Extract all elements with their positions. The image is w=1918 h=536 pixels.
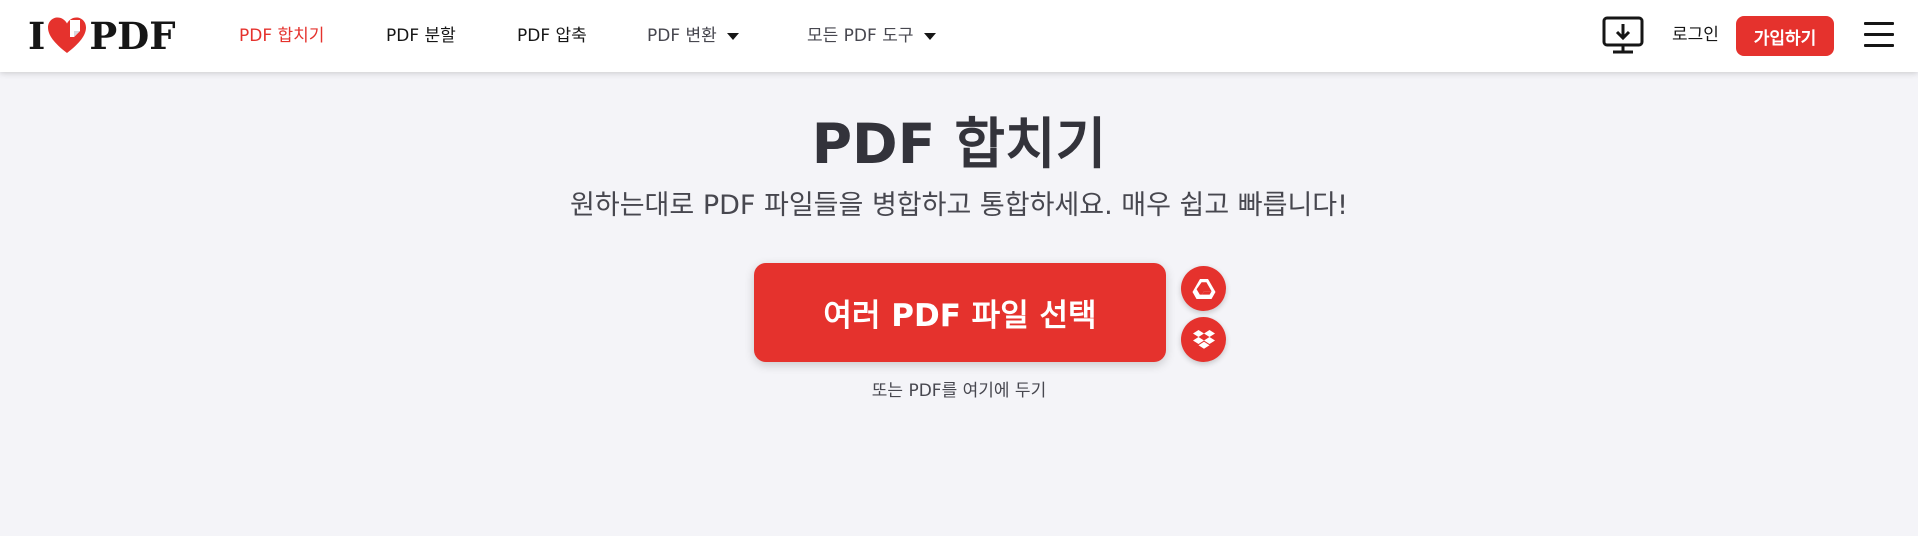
heart-logo-icon (48, 17, 87, 53)
nav-merge-pdf[interactable]: PDF 합치기 (239, 24, 324, 48)
signup-button[interactable]: 가입하기 (1736, 16, 1834, 56)
select-pdf-files-button[interactable]: 여러 PDF 파일 선택 (754, 263, 1166, 362)
dropbox-button[interactable] (1181, 317, 1226, 362)
nav-convert-pdf-dropdown[interactable]: PDF 변환 (647, 24, 739, 48)
google-drive-button[interactable] (1181, 266, 1226, 311)
caret-down-icon (923, 33, 936, 40)
google-drive-icon (1192, 278, 1215, 299)
nav-all-pdf-tools-dropdown[interactable]: 모든 PDF 도구 (807, 24, 936, 48)
drop-files-hint: 또는 PDF를 여기에 두기 (871, 381, 1047, 401)
select-pdf-files-label: 여러 PDF 파일 선택 (823, 298, 1097, 334)
nav-compress-pdf-label: PDF 압축 (517, 26, 587, 46)
page-subtitle: 원하는대로 PDF 파일들을 병합하고 통합하세요. 매우 쉽고 빠릅니다! (570, 190, 1348, 221)
desktop-download-icon[interactable] (1602, 16, 1644, 54)
ilovepdf-logo[interactable]: I PDF (28, 14, 176, 58)
nav-convert-pdf-label: PDF 변환 (647, 26, 717, 46)
login-link[interactable]: 로그인 (1672, 23, 1719, 47)
logo-text-pdf: PDF (89, 14, 176, 58)
dropbox-icon (1192, 329, 1215, 349)
nav-all-pdf-tools-label: 모든 PDF 도구 (807, 26, 914, 46)
caret-down-icon (726, 33, 739, 40)
top-navigation-bar: I PDF PDF 합치기 PDF 분할 PDF 압축 PDF 변환 모든 PD… (0, 0, 1918, 72)
nav-compress-pdf[interactable]: PDF 압축 (517, 24, 587, 48)
page-title: PDF 합치기 (811, 112, 1107, 176)
nav-split-pdf-label: PDF 분할 (386, 26, 456, 46)
hamburger-menu-icon[interactable] (1864, 20, 1894, 48)
nav-merge-pdf-label: PDF 합치기 (239, 26, 325, 46)
nav-split-pdf[interactable]: PDF 분할 (386, 24, 456, 48)
logo-letter-i: I (28, 14, 46, 58)
